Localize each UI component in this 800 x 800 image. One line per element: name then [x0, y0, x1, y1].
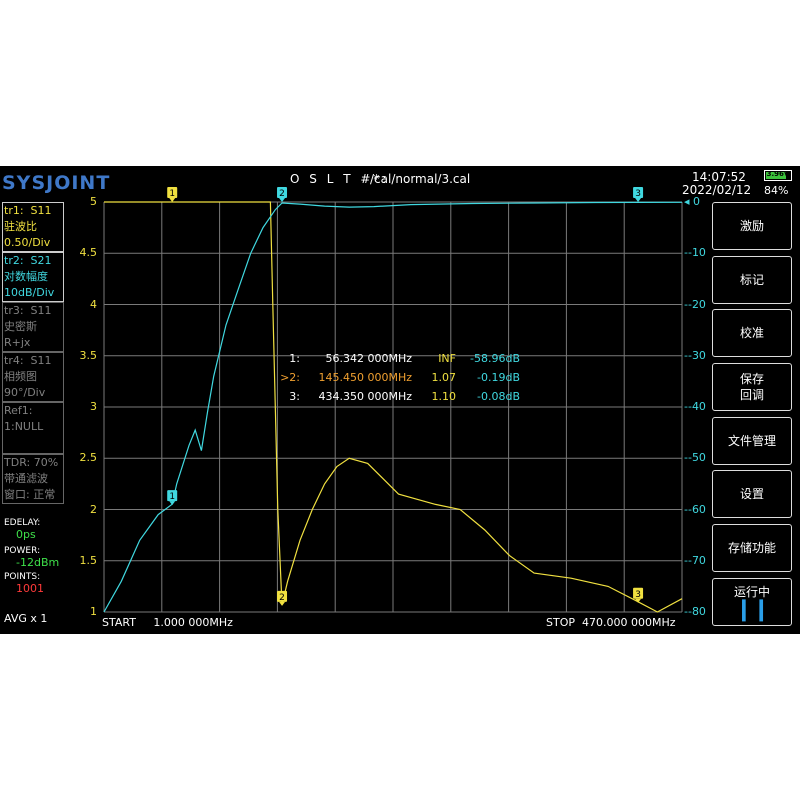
settings-button[interactable]: 设置	[712, 470, 792, 518]
marker-table-id: 3:	[289, 390, 300, 403]
marker-3-top-flag[interactable]: 3	[633, 187, 644, 202]
marker-flag-label: 2	[279, 189, 285, 199]
left-axis-tick: 3.5	[79, 348, 98, 362]
marker-button[interactable]: 标记	[712, 256, 792, 304]
right-axis-tick: --10	[684, 246, 706, 260]
start-value: 1.000 000MHz	[153, 616, 233, 629]
right-axis-tick: --60	[684, 502, 706, 516]
right-axis-tick: --40	[684, 400, 706, 413]
settings-label: 设置	[739, 487, 764, 501]
left-axis-tick: 1	[90, 605, 97, 618]
storage-function-button[interactable]: 存储功能	[712, 524, 792, 572]
stop-frequency[interactable]: STOP 470.000 000MHz	[546, 616, 676, 629]
marker-table-s21: -58.96dB	[470, 352, 520, 365]
left-axis-tick: 4.5	[79, 246, 98, 260]
right-axis-tick: --50	[684, 451, 706, 465]
marker-flag-label: 2	[279, 593, 285, 603]
left-axis-tick: 4	[90, 297, 97, 311]
left-axis-tick: 1.5	[79, 553, 98, 567]
right-axis-tick: ◂ 0	[684, 195, 701, 208]
marker-table-swr: 1.10	[431, 390, 457, 403]
right-axis-tick: --70	[684, 553, 706, 567]
marker-flag-label: 1	[169, 189, 175, 199]
save-recall-label: 保存 回调	[739, 372, 764, 402]
start-frequency[interactable]: START 1.000 000MHz	[102, 616, 233, 629]
marker-table-s21: -0.08dB	[477, 390, 520, 403]
stop-label: STOP	[546, 616, 575, 629]
vna-screen: SYSJOINT O S L T #*: /cal/normal/3.cal 1…	[0, 166, 800, 634]
storage-function-label: 存储功能	[727, 541, 776, 555]
run-button[interactable]: 运行中 ❙❙	[712, 578, 792, 626]
right-axis-tick: --30	[684, 348, 706, 362]
file-manager-label: 文件管理	[727, 434, 776, 448]
left-axis-tick: 2.5	[79, 451, 98, 465]
marker-table-freq: 434.350 000MHz	[318, 390, 412, 403]
calibration-label-btn: 校准	[739, 326, 764, 340]
marker-2-trace-flag[interactable]: 2	[277, 590, 288, 606]
left-axis-tick: 5	[90, 195, 97, 208]
marker-table-id: >2:	[280, 371, 300, 384]
marker-table-freq: 56.342 000MHz	[325, 352, 412, 365]
marker-label: 标记	[739, 273, 764, 287]
save-recall-button[interactable]: 保存 回调	[712, 363, 792, 411]
marker-table-s21: -0.19dB	[477, 371, 520, 384]
right-axis-tick: --20	[684, 297, 706, 311]
start-label: START	[102, 616, 136, 629]
stimulus-label: 激励	[739, 219, 764, 233]
calibration-button[interactable]: 校准	[712, 309, 792, 357]
stop-value: 470.000 000MHz	[582, 616, 676, 629]
file-manager-button[interactable]: 文件管理	[712, 417, 792, 465]
marker-flag-label: 3	[635, 189, 641, 199]
marker-table-swr: INF	[438, 352, 456, 365]
marker-table-id: 1:	[289, 352, 300, 365]
marker-table-swr: 1.07	[431, 371, 457, 384]
right-axis-tick: --80	[684, 605, 706, 618]
left-axis-tick: 2	[90, 502, 97, 516]
marker-flag-label: 3	[635, 590, 641, 600]
marker-1-top-flag[interactable]: 1	[167, 187, 178, 202]
marker-2-top-flag[interactable]: 2	[277, 187, 288, 202]
marker-flag-label: 1	[169, 492, 175, 502]
marker-table-freq: 145.450 000MHz	[318, 371, 412, 384]
marker-1-trace-flag[interactable]: 1	[167, 490, 178, 506]
left-axis-tick: 3	[90, 400, 97, 413]
pause-icon: ❙❙	[734, 597, 771, 622]
stimulus-button[interactable]: 激励	[712, 202, 792, 250]
